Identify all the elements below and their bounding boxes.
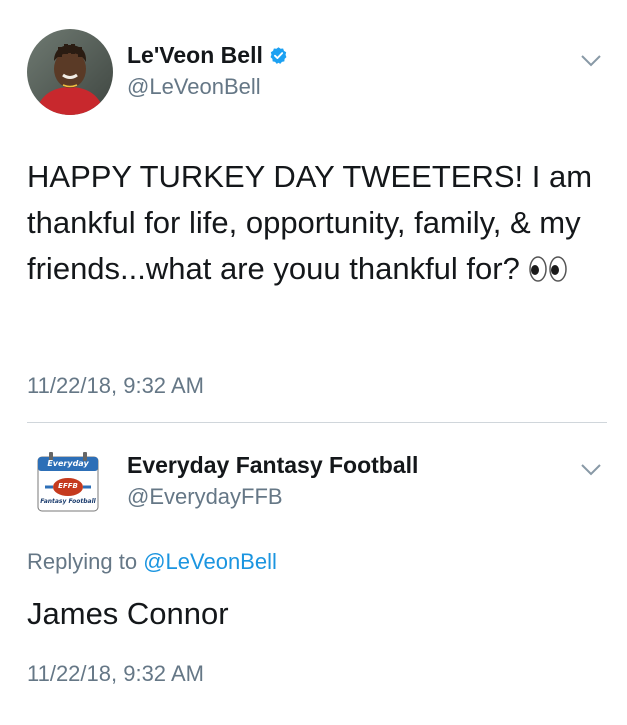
replying-to: Replying to @LeVeonBell — [27, 549, 277, 575]
author-handle[interactable]: @LeVeonBell — [127, 74, 261, 100]
chevron-down-icon[interactable] — [580, 463, 602, 477]
logo-text-middle: EFFB — [58, 482, 78, 490]
logo-text-bottom: Fantasy Football — [40, 498, 96, 505]
logo-text-top: Everyday — [47, 459, 89, 468]
author-name[interactable]: Everyday Fantasy Football — [127, 452, 418, 479]
author-avatar[interactable] — [27, 29, 113, 115]
tweet-body: HAPPY TURKEY DAY TWEETERS! I am thankful… — [27, 159, 593, 286]
author-handle[interactable]: @EverydayFFB — [127, 484, 283, 510]
tweet-text: HAPPY TURKEY DAY TWEETERS! I am thankful… — [27, 154, 607, 296]
eyes-emoji-icon — [528, 250, 568, 296]
verified-badge-icon — [270, 47, 287, 64]
replying-to-mention[interactable]: @LeVeonBell — [143, 549, 277, 574]
tweet-timestamp[interactable]: 11/22/18, 9:32 AM — [27, 373, 204, 399]
replying-to-label: Replying to — [27, 549, 138, 574]
tweet-text: James Connor — [27, 596, 229, 631]
tweet-timestamp[interactable]: 11/22/18, 9:32 AM — [27, 661, 204, 687]
tweet-original: Le'Veon Bell @LeVeonBell HAPPY TURKEY DA… — [0, 0, 627, 422]
author-avatar[interactable]: Everyday EFFB Fantasy Football — [37, 451, 99, 515]
tweet-reply: Everyday EFFB Fantasy Football Everyday … — [0, 423, 627, 725]
author-name[interactable]: Le'Veon Bell — [127, 42, 263, 69]
player-photo-avatar — [27, 29, 113, 115]
chevron-down-icon[interactable] — [580, 54, 602, 68]
